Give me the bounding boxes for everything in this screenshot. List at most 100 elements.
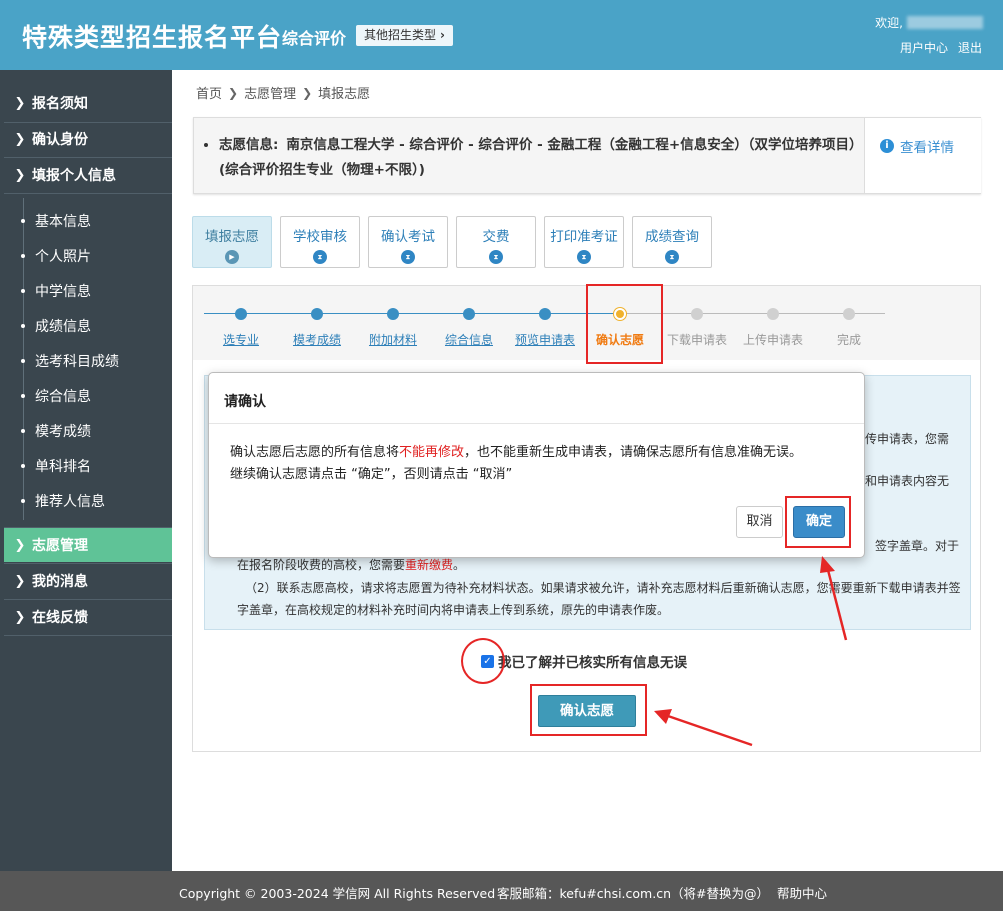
progress-step-comprehensive[interactable]: 综合信息 <box>429 331 509 348</box>
bullet-dot <box>21 253 25 258</box>
progress-dot <box>767 308 779 320</box>
info-label: 志愿信息: <box>219 137 279 153</box>
application-info-box: 志愿信息: 南京信息工程大学 - 综合评价 - 综合评价 - 金融工程（金融工程+… <box>193 117 981 194</box>
breadcrumb-applications[interactable]: 志愿管理 <box>244 83 296 102</box>
copyright-text: Copyright © 2003-2024 学信网 All Rights Res… <box>179 886 496 901</box>
progress-line-done <box>204 313 620 314</box>
annotation-circle-checkbox <box>461 638 505 684</box>
hourglass-icon: ⧗ <box>313 250 327 264</box>
bullet-dot <box>21 288 25 293</box>
sidebar-subitem-comprehensive[interactable]: 综合信息 <box>21 378 91 413</box>
progress-step-major[interactable]: 选专业 <box>201 331 281 348</box>
other-types-button[interactable]: 其他招生类型 › <box>356 25 453 46</box>
welcome-text: 欢迎, <box>875 16 903 30</box>
info-detail-area: i 查看详情 <box>864 118 981 193</box>
notice-fragment: 和申请表内容无 <box>865 474 950 488</box>
sidebar-subitem-photo[interactable]: 个人照片 <box>21 238 91 273</box>
annotation-box-ok <box>785 496 851 548</box>
notice-text: 。 <box>453 558 466 572</box>
hourglass-icon: ⧗ <box>401 250 415 264</box>
support-email: 客服邮箱：kefu#chsi.com.cn（将#替换为@） <box>497 886 769 901</box>
chevron-right-icon: ❯ <box>302 85 313 100</box>
tab-confirm-exam[interactable]: 确认考试 ⧗ <box>368 216 448 268</box>
subitem-label: 中学信息 <box>35 283 91 300</box>
tab-score-query[interactable]: 成绩查询 ⧗ <box>632 216 712 268</box>
sidebar-item-label: 志愿管理 <box>32 538 88 554</box>
blurred-username <box>907 16 983 29</box>
subitem-label: 选考科目成绩 <box>35 353 119 370</box>
tab-label: 交费 <box>482 229 510 245</box>
progress-dot <box>539 308 551 320</box>
dialog-text: ，也不能重新生成申请表，请确保志愿所有信息准确无误。 <box>464 445 803 460</box>
cancel-button[interactable]: 取消 <box>736 506 783 538</box>
sidebar-subitem-school[interactable]: 中学信息 <box>21 273 91 308</box>
dialog-title: 请确认 <box>224 394 266 410</box>
sidebar-item-personal-info[interactable]: ❯ 填报个人信息 <box>4 158 172 192</box>
subitem-label: 模考成绩 <box>35 423 91 440</box>
tab-fill-application[interactable]: 填报志愿 ▶ <box>192 216 272 268</box>
sidebar-item-applications[interactable]: ❯ 志愿管理 <box>4 528 172 562</box>
sidebar-item-notice[interactable]: ❯ 报名须知 <box>4 86 172 120</box>
progress-step-materials[interactable]: 附加材料 <box>353 331 433 348</box>
sidebar-subitem-ranking[interactable]: 单科排名 <box>21 448 91 483</box>
bullet-dot <box>21 358 25 363</box>
subitem-label: 推荐人信息 <box>35 493 105 510</box>
chevron-right-icon: ❯ <box>14 609 26 625</box>
progress-dot <box>387 308 399 320</box>
tab-payment[interactable]: 交费 ⧗ <box>456 216 536 268</box>
info-icon: i <box>880 139 894 153</box>
bullet-dot <box>204 143 208 147</box>
sidebar-subitem-scores[interactable]: 成绩信息 <box>21 308 91 343</box>
progress-step-mock[interactable]: 模考成绩 <box>277 331 357 348</box>
annotation-box-current-step <box>586 284 663 364</box>
bullet-dot <box>21 393 25 398</box>
notice-fragment: 传申请表，您需 <box>865 432 950 446</box>
tab-print-ticket[interactable]: 打印准考证 ⧗ <box>544 216 624 268</box>
progress-dot <box>463 308 475 320</box>
chevron-right-icon: › <box>440 28 445 42</box>
progress-step-preview[interactable]: 预览申请表 <box>505 331 585 348</box>
sidebar-subitem-basic[interactable]: 基本信息 <box>21 203 91 238</box>
tab-label: 学校审核 <box>293 229 347 245</box>
sidebar-item-identity[interactable]: ❯ 确认身份 <box>4 122 172 156</box>
breadcrumb-current: 填报志愿 <box>318 87 371 102</box>
tab-label: 确认考试 <box>381 229 435 245</box>
user-links: 用户中心 退出 <box>900 39 982 56</box>
bullet-dot <box>21 323 25 328</box>
progress-dot <box>235 308 247 320</box>
help-center-link[interactable]: 帮助中心 <box>777 883 827 902</box>
chevron-right-icon: ❯ <box>14 573 26 589</box>
subitem-label: 个人照片 <box>35 248 91 265</box>
subitem-label: 综合信息 <box>35 388 91 405</box>
notice-line: （2）联系志愿高校，请求将志愿置为待补充材料状态。如果请求被允许，请补充志愿材料… <box>245 581 961 595</box>
tab-school-review[interactable]: 学校审核 ⧗ <box>280 216 360 268</box>
subitem-label: 单科排名 <box>35 458 91 475</box>
subitem-label: 成绩信息 <box>35 318 91 335</box>
dialog-line-1: 确认志愿后志愿的所有信息将不能再修改，也不能重新生成申请表，请确保志愿所有信息准… <box>230 442 802 464</box>
notice-text: 在报名阶段收费的高校，您需要 <box>237 558 406 572</box>
bullet-dot <box>21 498 25 503</box>
hourglass-icon: ⧗ <box>577 250 591 264</box>
footer: Copyright © 2003-2024 学信网 All Rights Res… <box>0 871 1003 911</box>
chevron-right-icon: ❯ <box>228 85 239 100</box>
bullet-dot <box>21 463 25 468</box>
breadcrumb-home[interactable]: 首页 <box>196 83 222 102</box>
user-center-link[interactable]: 用户中心 <box>900 39 948 56</box>
sidebar-item-feedback[interactable]: ❯ 在线反馈 <box>4 600 172 634</box>
view-details-link[interactable]: i 查看详情 <box>880 136 954 156</box>
sidebar-subitem-referee[interactable]: 推荐人信息 <box>21 483 105 518</box>
logout-link[interactable]: 退出 <box>958 39 982 56</box>
sidebar-subitem-elective[interactable]: 选考科目成绩 <box>21 343 119 378</box>
progress-dot <box>691 308 703 320</box>
notice-red-text: 重新缴费 <box>405 558 454 572</box>
admission-type-label: 综合评价 <box>282 29 347 48</box>
application-info: 志愿信息: 南京信息工程大学 - 综合评价 - 综合评价 - 金融工程（金融工程+… <box>219 133 859 183</box>
sidebar-subitem-mock[interactable]: 模考成绩 <box>21 413 91 448</box>
sidebar-item-label: 填报个人信息 <box>32 168 116 184</box>
progress-step-download: 下载申请表 <box>666 333 727 347</box>
sidebar-item-messages[interactable]: ❯ 我的消息 <box>4 564 172 598</box>
agree-checkbox-row[interactable]: ✓ 我已了解并已核实所有信息无误 <box>481 651 687 671</box>
breadcrumb: 首页 ❯ 志愿管理 ❯ 填报志愿 <box>196 83 371 103</box>
sidebar-item-label: 我的消息 <box>32 574 88 590</box>
progress-step-upload: 上传申请表 <box>742 333 803 347</box>
